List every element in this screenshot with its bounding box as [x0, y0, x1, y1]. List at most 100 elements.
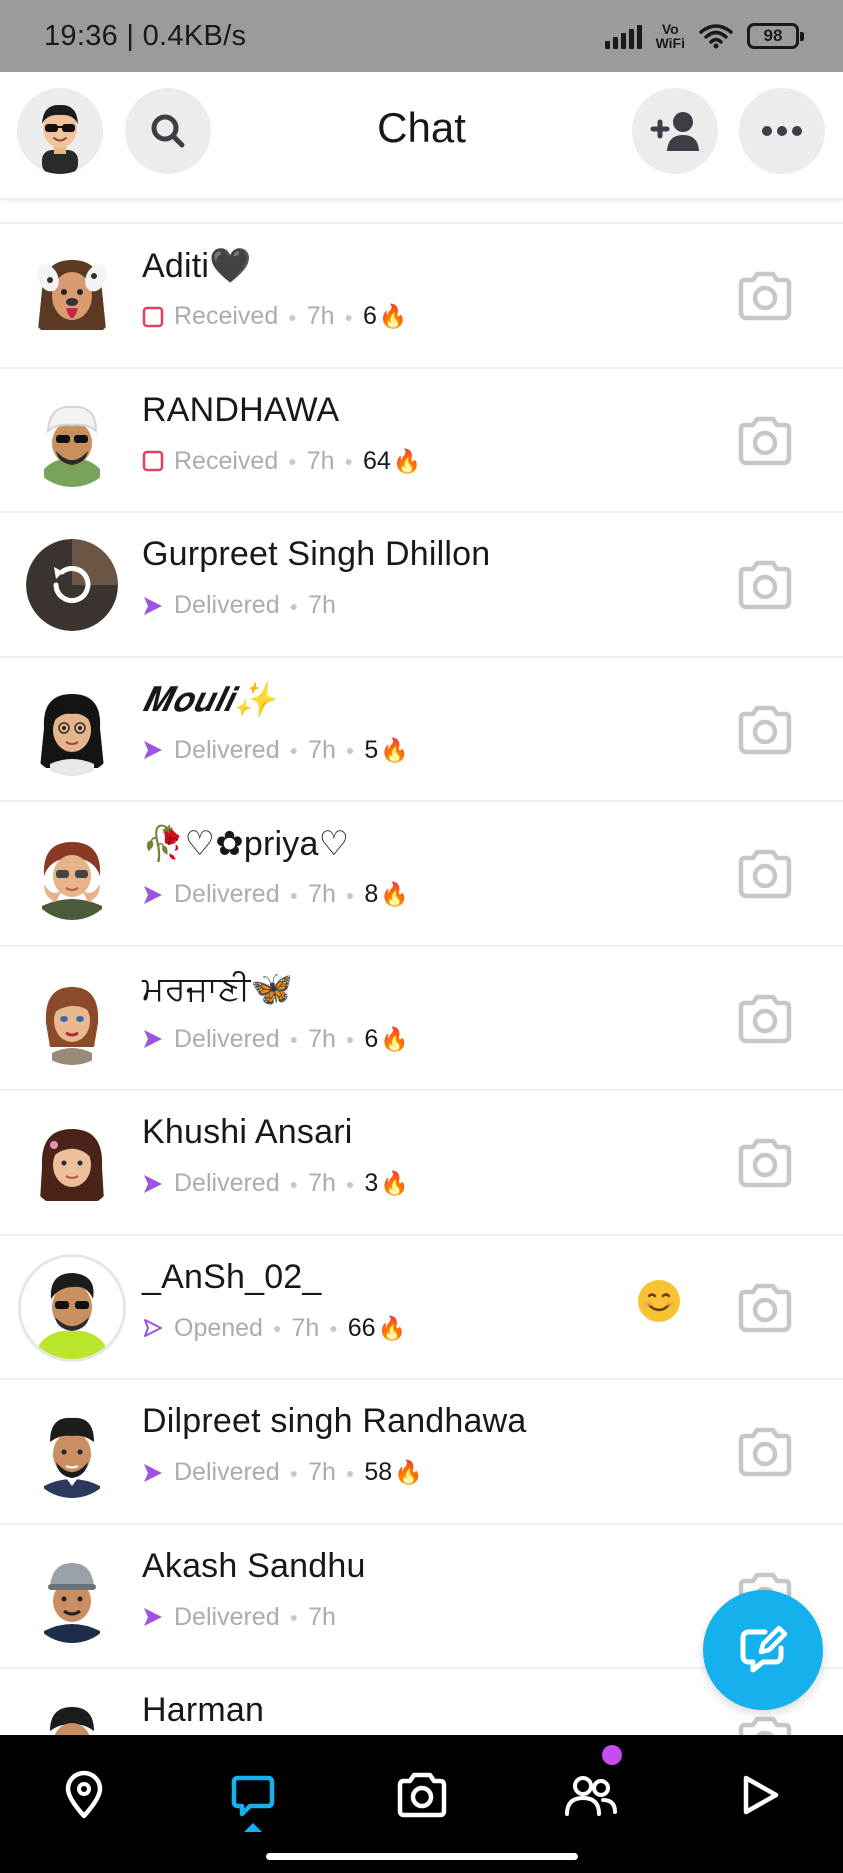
chat-meta: Delivered ● 7h ● 5 🔥 [142, 736, 409, 765]
avatar[interactable] [26, 539, 118, 631]
delivered-arrow-icon [144, 596, 162, 615]
received-snap-icon [142, 450, 164, 472]
camera-icon[interactable] [735, 1280, 795, 1336]
camera-icon[interactable] [735, 413, 795, 469]
delivered-arrow-icon [144, 1463, 162, 1482]
chat-row[interactable]: Aditi🖤 Received ● 7h ● 6 🔥 [0, 224, 843, 369]
fire-icon: 🔥 [392, 447, 422, 474]
chat-row[interactable]: ਮਰਜਾਣੀ🦋 Delivered ● 7h ● 6 🔥 [0, 947, 843, 1091]
more-options-button[interactable] [739, 88, 825, 174]
friends-icon [565, 1776, 617, 1816]
separator-dot: ● [289, 1464, 299, 1481]
chat-status: Delivered [174, 1169, 280, 1197]
chat-meta: Delivered ● 7h ● 6 🔥 [142, 1025, 409, 1054]
avatar[interactable] [26, 828, 118, 920]
separator-dot: ● [289, 597, 299, 614]
add-friend-icon [650, 112, 699, 151]
delivered-arrow-icon [144, 741, 162, 759]
chat-name: 𝑴𝒐𝒖𝒍𝒊✨ [142, 679, 276, 720]
chat-name: Akash Sandhu [142, 1546, 366, 1585]
avatar[interactable] [26, 1117, 118, 1209]
streak-count: 5 🔥 [364, 736, 409, 765]
fire-icon: 🔥 [394, 1459, 423, 1485]
chat-time: 7h [308, 880, 336, 908]
streak-count: 6 🔥 [364, 1025, 409, 1054]
chat-time: 7h [306, 302, 335, 330]
chat-icon [231, 1775, 275, 1817]
chat-status: Opened [174, 1313, 263, 1342]
chat-name: ਮਰਜਾਣੀ🦋 [142, 969, 294, 1008]
vowifi-label: Vo WiFi [655, 21, 685, 51]
chat-time: 7h [308, 1602, 336, 1631]
camera-icon[interactable] [735, 1424, 795, 1480]
camera-icon[interactable] [735, 702, 795, 758]
delivered-arrow-icon [144, 1174, 162, 1193]
wifi-icon [699, 24, 733, 49]
nav-camera[interactable] [382, 1755, 462, 1835]
separator-dot: ● [289, 1175, 299, 1192]
avatar[interactable] [26, 972, 118, 1065]
separator-dot: ● [345, 1031, 355, 1047]
notification-badge [602, 1745, 622, 1765]
nav-stories[interactable] [720, 1755, 800, 1835]
chat-time: 7h [308, 591, 336, 619]
delivered-arrow-icon [144, 1030, 162, 1048]
chat-row[interactable]: Dilpreet singh Randhawa Delivered ● 7h ●… [0, 1380, 843, 1525]
camera-icon[interactable] [735, 268, 795, 324]
smiling-face-emoji-icon [638, 1279, 680, 1322]
chat-meta: Opened ● 7h ● 66 🔥 [142, 1314, 406, 1343]
map-pin-icon [65, 1770, 103, 1819]
separator-dot: ● [345, 1464, 355, 1481]
streak-count: 66 🔥 [348, 1314, 406, 1343]
separator-dot: ● [288, 308, 297, 325]
avatar[interactable] [26, 1406, 118, 1498]
streak-number: 66 [347, 1313, 376, 1342]
separator-dot: ● [289, 742, 299, 758]
chat-status: Received [174, 302, 279, 330]
separator-dot: ● [345, 742, 355, 758]
chat-row[interactable]: 🥀♡✿priya♡ Delivered ● 7h ● 8 🔥 [0, 802, 843, 947]
camera-icon [397, 1772, 447, 1818]
camera-icon[interactable] [735, 557, 795, 613]
chat-row[interactable]: 𝑴𝒐𝒖𝒍𝒊✨ Delivered ● 7h ● 5 🔥 [0, 658, 843, 802]
separator-dot: ● [345, 886, 355, 903]
streak-count: 64 🔥 [363, 447, 421, 476]
streak-number: 64 [362, 446, 391, 475]
avatar[interactable] [18, 1253, 126, 1362]
streak-number: 5 [364, 735, 379, 764]
chat-name: Dilpreet singh Randhawa [142, 1402, 527, 1440]
camera-icon[interactable] [735, 991, 795, 1047]
avatar[interactable] [26, 394, 118, 487]
chat-header: Chat [0, 72, 843, 200]
stories-icon [743, 1775, 779, 1815]
new-chat-button[interactable] [703, 1590, 823, 1710]
chat-row[interactable]: Khushi Ansari Delivered ● 7h ● 3 🔥 [0, 1091, 843, 1236]
avatar[interactable] [26, 250, 118, 342]
chat-meta: Delivered ● 7h [142, 591, 336, 620]
streak-number: 6 [364, 1024, 379, 1053]
chat-row[interactable]: _AnSh_02_ Opened ● 7h ● 66 🔥 [0, 1236, 843, 1380]
nav-friends[interactable] [551, 1755, 631, 1835]
separator-dot: ● [289, 1031, 299, 1047]
chat-name: 🥀♡✿priya♡ [142, 825, 350, 863]
chat-name: Khushi Ansari [142, 1113, 353, 1151]
avatar[interactable] [26, 1550, 118, 1643]
separator-dot: ● [344, 453, 353, 469]
separator-dot: ● [288, 453, 297, 469]
chat-time: 7h [308, 1024, 336, 1053]
fire-icon: 🔥 [380, 1025, 409, 1052]
camera-icon[interactable] [735, 1135, 795, 1191]
chat-row[interactable]: Gurpreet Singh Dhillon Delivered ● 7h [0, 513, 843, 658]
battery-icon: 98 [747, 23, 804, 49]
chat-row[interactable]: RANDHAWA Received ● 7h ● 64 🔥 [0, 369, 843, 513]
nav-map[interactable] [44, 1755, 124, 1835]
add-friend-button[interactable] [632, 88, 718, 174]
avatar[interactable] [26, 683, 118, 776]
camera-icon[interactable] [735, 846, 795, 902]
streak-count: 58 🔥 [364, 1458, 422, 1487]
compose-icon [740, 1625, 788, 1673]
chat-name: Aditi🖤 [142, 247, 252, 285]
chat-list: Aditi🖤 Received ● 7h ● 6 🔥 RANDHAWA Rece… [0, 222, 843, 1814]
chat-name: Gurpreet Singh Dhillon [142, 535, 491, 573]
status-bar: 19:36 | 0.4KB/s Vo WiFi 98 [0, 0, 843, 72]
